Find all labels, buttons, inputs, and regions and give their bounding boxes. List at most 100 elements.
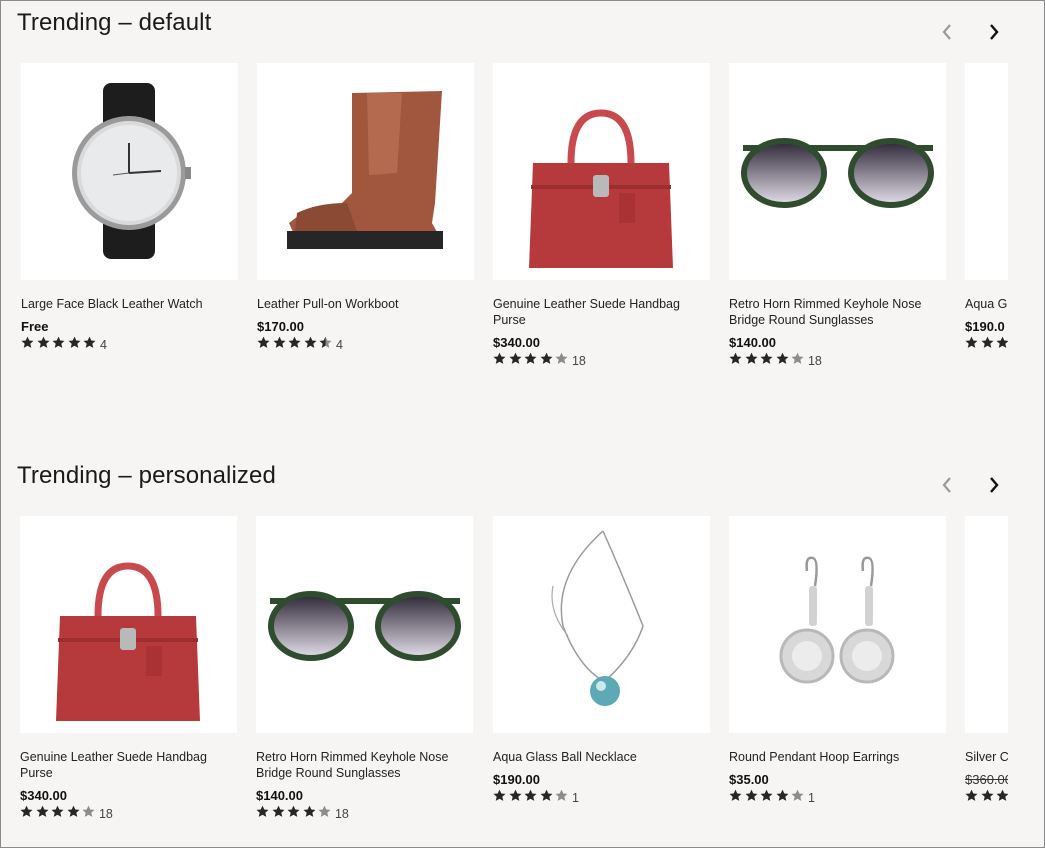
star-half-icon bbox=[319, 336, 332, 348]
product-name[interactable]: Genuine Leather Suede Handbag Purse bbox=[493, 296, 705, 328]
product-rating: 18 bbox=[493, 352, 710, 369]
product-image[interactable] bbox=[21, 63, 238, 280]
star-filled-icon bbox=[540, 352, 553, 364]
carousel-next-button[interactable] bbox=[981, 19, 1007, 45]
star-filled-icon bbox=[287, 805, 300, 817]
product-price: $360.00 bbox=[965, 772, 1008, 787]
product-rating: 4 bbox=[21, 336, 238, 353]
product-image[interactable] bbox=[729, 516, 946, 733]
star-filled-icon bbox=[965, 336, 978, 348]
product-rating: 4 bbox=[257, 336, 474, 353]
product-name[interactable]: Silver Cl bbox=[965, 749, 1008, 765]
product-name[interactable]: Leather Pull-on Workboot bbox=[257, 296, 469, 312]
star-filled-icon bbox=[51, 805, 64, 817]
star-filled-icon bbox=[256, 805, 269, 817]
product-rating: 18 bbox=[20, 805, 237, 822]
star-filled-icon bbox=[524, 352, 537, 364]
product-carousel: Large Face Black Leather Watch Free 4 Le… bbox=[1, 63, 1008, 393]
product-image[interactable] bbox=[729, 63, 946, 280]
product-card[interactable]: Round Pendant Hoop Earrings $35.00 1 bbox=[729, 516, 946, 806]
product-image[interactable] bbox=[965, 516, 1008, 733]
product-name[interactable]: Aqua Gl bbox=[965, 296, 1008, 312]
product-price: $190.0 bbox=[965, 319, 1005, 334]
product-price: Free bbox=[21, 319, 49, 334]
product-image[interactable] bbox=[493, 63, 710, 280]
watch-image bbox=[72, 83, 191, 259]
product-card[interactable]: Aqua Glass Ball Necklace $190.00 1 bbox=[493, 516, 710, 806]
product-rating: 1 bbox=[493, 789, 710, 806]
product-name[interactable]: Aqua Glass Ball Necklace bbox=[493, 749, 705, 765]
product-card[interactable]: Silver Cl $360.00 bbox=[965, 516, 1008, 806]
star-filled-icon bbox=[36, 805, 49, 817]
handbag-image bbox=[529, 109, 673, 268]
star-filled-icon bbox=[272, 805, 285, 817]
star-filled-icon bbox=[996, 336, 1008, 348]
star-empty-icon bbox=[318, 805, 331, 817]
star-filled-icon bbox=[20, 805, 33, 817]
carousel-prev-button[interactable] bbox=[934, 19, 960, 45]
review-count: 18 bbox=[98, 807, 113, 821]
star-filled-icon bbox=[509, 789, 522, 801]
star-filled-icon bbox=[52, 336, 65, 348]
star-filled-icon bbox=[965, 789, 978, 801]
chevron-right-icon bbox=[990, 477, 999, 493]
product-name[interactable]: Retro Horn Rimmed Keyhole Nose Bridge Ro… bbox=[729, 296, 941, 328]
star-filled-icon bbox=[776, 789, 789, 801]
star-filled-icon bbox=[21, 336, 34, 348]
star-filled-icon bbox=[493, 789, 506, 801]
product-card[interactable]: Genuine Leather Suede Handbag Purse $340… bbox=[493, 63, 710, 369]
star-filled-icon bbox=[257, 336, 270, 348]
star-filled-icon bbox=[729, 789, 742, 801]
review-count: 18 bbox=[334, 807, 349, 821]
review-count: 1 bbox=[807, 791, 815, 805]
product-image[interactable] bbox=[493, 516, 710, 733]
carousel-next-button[interactable] bbox=[981, 472, 1007, 498]
handbag-image bbox=[56, 562, 200, 721]
product-price: $170.00 bbox=[257, 319, 304, 334]
product-price: $190.00 bbox=[493, 772, 540, 787]
product-card[interactable]: Genuine Leather Suede Handbag Purse $340… bbox=[20, 516, 237, 822]
sunglasses-image bbox=[741, 138, 934, 208]
product-card[interactable]: Large Face Black Leather Watch Free 4 bbox=[21, 63, 238, 353]
product-price: $35.00 bbox=[729, 772, 769, 787]
carousel-prev-button[interactable] bbox=[934, 472, 960, 498]
star-filled-icon bbox=[303, 805, 316, 817]
boot-image bbox=[287, 91, 443, 249]
star-empty-icon bbox=[555, 789, 568, 801]
star-filled-icon bbox=[745, 352, 758, 364]
chevron-left-icon bbox=[942, 477, 951, 493]
product-name[interactable]: Genuine Leather Suede Handbag Purse bbox=[20, 749, 232, 781]
star-filled-icon bbox=[524, 789, 537, 801]
product-image[interactable] bbox=[965, 63, 1008, 280]
product-rating: 18 bbox=[256, 805, 473, 822]
star-filled-icon bbox=[273, 336, 286, 348]
product-image[interactable] bbox=[256, 516, 473, 733]
product-name[interactable]: Retro Horn Rimmed Keyhole Nose Bridge Ro… bbox=[256, 749, 468, 781]
star-filled-icon bbox=[540, 789, 553, 801]
product-carousel: Genuine Leather Suede Handbag Purse $340… bbox=[1, 516, 1008, 846]
product-price: $140.00 bbox=[729, 335, 776, 350]
star-filled-icon bbox=[760, 789, 773, 801]
product-image[interactable] bbox=[20, 516, 237, 733]
necklace-image bbox=[551, 530, 644, 706]
product-price: $140.00 bbox=[256, 788, 303, 803]
product-card[interactable]: Retro Horn Rimmed Keyhole Nose Bridge Ro… bbox=[729, 63, 946, 369]
product-rating bbox=[965, 789, 1008, 806]
product-card[interactable]: Leather Pull-on Workboot $170.00 4 bbox=[257, 63, 474, 353]
product-image[interactable] bbox=[257, 63, 474, 280]
product-card[interactable]: Retro Horn Rimmed Keyhole Nose Bridge Ro… bbox=[256, 516, 473, 822]
star-filled-icon bbox=[996, 789, 1008, 801]
star-empty-icon bbox=[791, 789, 804, 801]
star-filled-icon bbox=[493, 352, 506, 364]
star-filled-icon bbox=[509, 352, 522, 364]
section-title: Trending – default bbox=[17, 9, 212, 36]
product-name[interactable]: Large Face Black Leather Watch bbox=[21, 296, 233, 312]
star-filled-icon bbox=[304, 336, 317, 348]
star-filled-icon bbox=[776, 352, 789, 364]
product-card[interactable]: Aqua Gl $190.0 bbox=[965, 63, 1008, 353]
star-filled-icon bbox=[83, 336, 96, 348]
star-filled-icon bbox=[67, 805, 80, 817]
sunglasses-image bbox=[268, 591, 461, 661]
star-filled-icon bbox=[288, 336, 301, 348]
product-name[interactable]: Round Pendant Hoop Earrings bbox=[729, 749, 941, 765]
